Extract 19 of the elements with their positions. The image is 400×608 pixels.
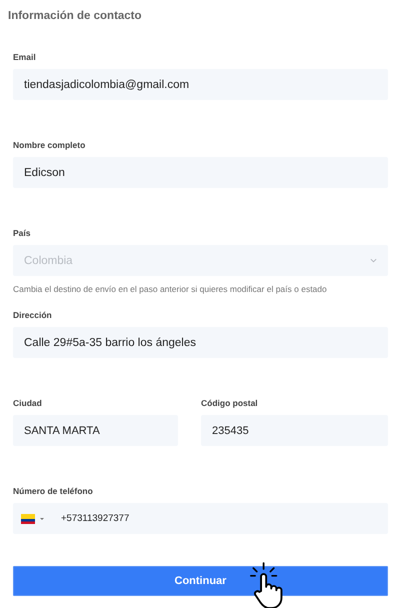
- chevron-down-icon: [370, 258, 377, 263]
- hand-cursor-icon: [250, 562, 284, 608]
- input-field[interactable]: SANTA MARTA: [13, 415, 178, 446]
- continue-button[interactable]: Continuar: [13, 566, 388, 596]
- hint-text: Cambia el destino de envío en el paso anterior si quieres modificar el país o estado: [13, 284, 328, 294]
- field-label: País: [13, 228, 32, 238]
- input-field[interactable]: 235435: [201, 415, 388, 446]
- field-label: Código postal: [201, 398, 259, 408]
- flag-dropdown-icon[interactable]: [21, 514, 47, 524]
- field-label: Ciudad: [13, 398, 43, 408]
- field-label: Nombre completo: [13, 140, 86, 150]
- field-label: Número de teléfono: [13, 486, 94, 496]
- input-field[interactable]: Calle 29#5a-35 barrio los ángeles: [13, 327, 388, 358]
- input-field[interactable]: Edicson: [13, 157, 388, 188]
- field-label: Dirección: [13, 310, 53, 320]
- field-label: Email: [13, 52, 37, 62]
- section-title: Información de contacto: [8, 10, 143, 24]
- phone-input-field[interactable]: +573113927377: [61, 513, 261, 524]
- input-field[interactable]: tiendasjadicolombia@gmail.com: [13, 69, 388, 100]
